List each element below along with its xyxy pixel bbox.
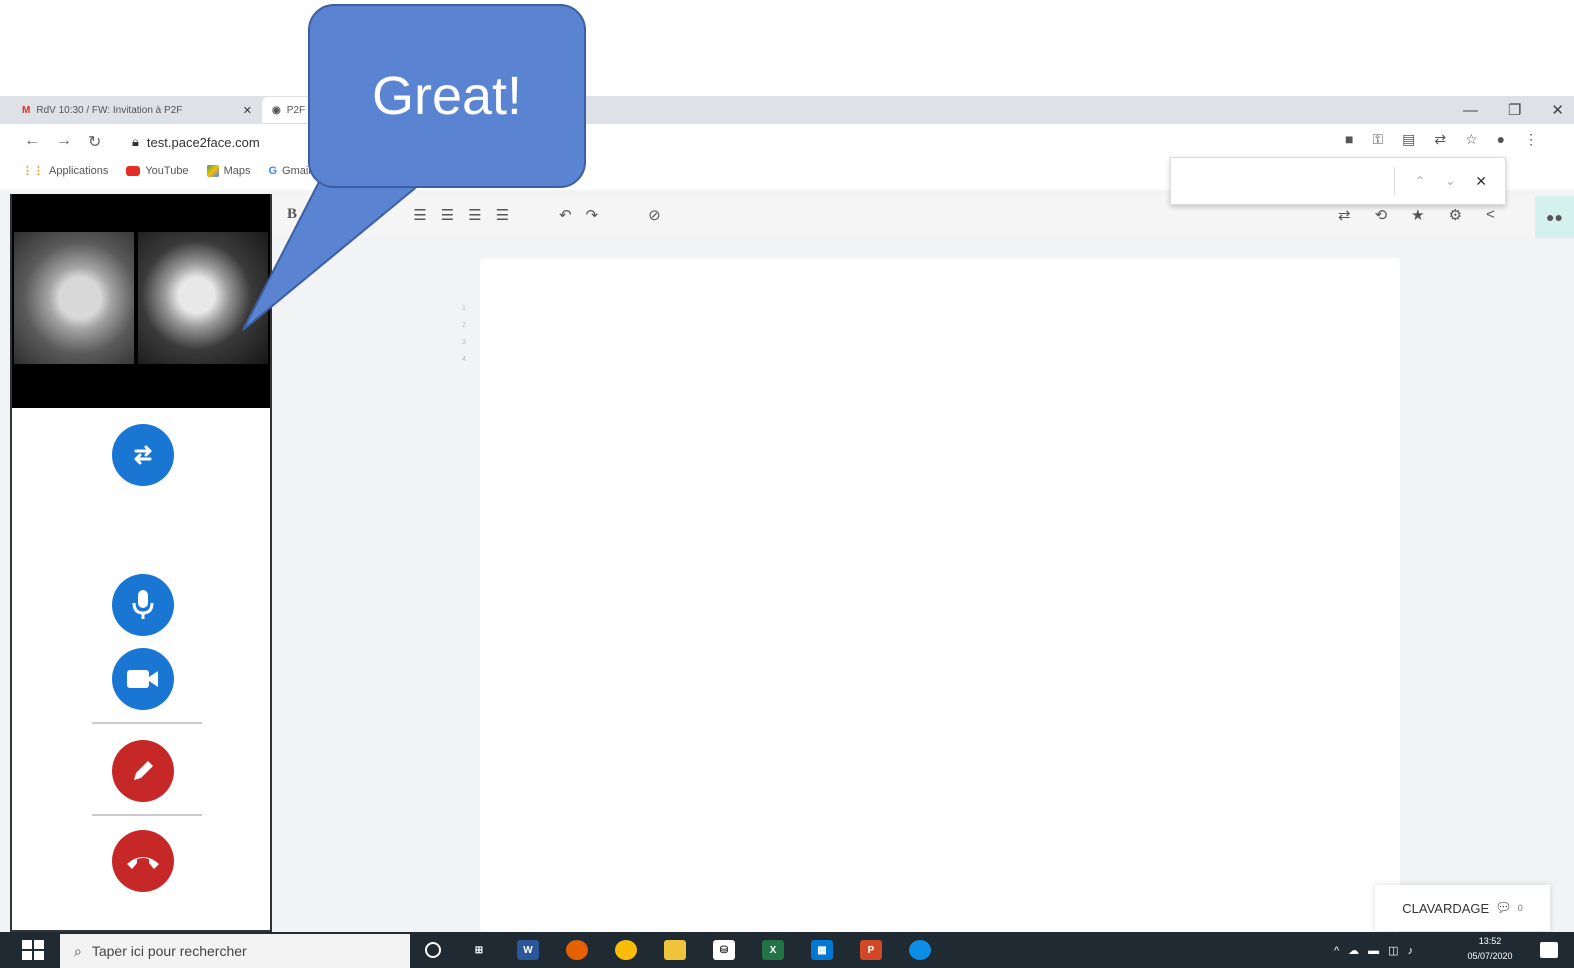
maximize-icon[interactable]: ❐ (1508, 101, 1521, 119)
window-controls: — ❐ ✕ (1463, 96, 1564, 124)
users-icon[interactable]: ●● (1535, 196, 1574, 238)
taskbar-search-placeholder: Taper ici pour rechercher (91, 943, 247, 959)
youtube-icon (126, 165, 141, 176)
camera-icon[interactable]: ■ (1345, 131, 1353, 148)
onedrive-icon[interactable]: ☁ (1348, 944, 1359, 957)
chat-tab[interactable]: CLAVARDAGE 💬︎ 0 (1375, 885, 1550, 931)
settings-icon[interactable]: ⚙ (1449, 206, 1462, 224)
history-icon[interactable]: ⟲ (1375, 206, 1388, 224)
notification-icon[interactable] (1540, 942, 1558, 958)
line-number: 1 (462, 305, 466, 312)
camera-button[interactable] (112, 648, 174, 710)
line-numbers: 1 2 3 4 (462, 305, 466, 363)
reload-icon[interactable]: ↻ (88, 132, 101, 152)
hide-icon[interactable]: ⊘ (648, 206, 661, 225)
participant-video-1 (14, 232, 134, 364)
calculator-icon[interactable]: ▦ (811, 940, 833, 960)
callout-text: Great! (371, 66, 523, 126)
editor-right-tools: ⇄ ⟲ ★ ⚙ < (1338, 206, 1495, 224)
word-icon[interactable]: W (517, 940, 539, 960)
undo-icon[interactable]: ↶ (559, 206, 572, 225)
network-icon[interactable]: ◫ (1388, 944, 1398, 957)
minimize-icon[interactable]: — (1463, 102, 1478, 119)
gmail-icon: M (22, 104, 31, 116)
tray-chevron-icon[interactable]: ^ (1334, 945, 1339, 957)
bookmark-applications[interactable]: ⋮⋮ Applications (22, 164, 108, 178)
share-icon[interactable]: < (1486, 206, 1495, 224)
taskbar-apps: ⊞ W ⛁ X ▦ P (425, 940, 931, 960)
microphone-icon (132, 590, 154, 619)
translate-icon[interactable]: ⇄ (1434, 131, 1446, 148)
extension-icons: ■ ⚿ ▤ ⇄ ☆ ● ⋮ (1345, 131, 1538, 148)
phone-hangup-icon (127, 857, 159, 869)
microphone-button[interactable] (112, 574, 174, 636)
taskbar-clock[interactable]: 13:52 05/07/2020 (1458, 934, 1522, 964)
edge-icon[interactable] (909, 940, 931, 960)
line-number: 3 (462, 339, 466, 346)
speech-callout: Great! (308, 4, 586, 188)
clock-time: 13:52 (1478, 936, 1502, 946)
page-icon[interactable]: ▤ (1402, 131, 1415, 148)
key-icon[interactable]: ⚿ (1372, 131, 1383, 148)
chat-label: CLAVARDAGE (1402, 900, 1490, 916)
menu-icon[interactable]: ⋮ (1524, 131, 1538, 148)
search-icon: ⌕ (74, 942, 82, 959)
lock-icon: 🔒︎ (132, 134, 139, 149)
firefox-icon[interactable] (566, 940, 588, 960)
volume-icon[interactable]: ♪ (1408, 945, 1414, 957)
swap-icon[interactable]: ⇄ (1338, 206, 1351, 224)
find-separator (1394, 167, 1396, 195)
navigation-buttons: ← → ↻ (24, 132, 101, 152)
panel-divider (92, 722, 202, 724)
swap-arrows-icon (134, 445, 152, 465)
apps-grid-icon: ⋮⋮ (22, 165, 44, 177)
pencil-icon (134, 761, 153, 780)
file-explorer-icon[interactable] (664, 940, 686, 960)
back-icon[interactable]: ← (24, 132, 40, 152)
find-previous-icon[interactable]: ⌃ (1415, 174, 1425, 188)
store-icon[interactable]: ⛁ (713, 940, 735, 960)
tab-gmail-label: RdV 10:30 / FW: Invitation à P2F (36, 104, 183, 116)
maps-icon (206, 164, 219, 177)
excel-icon[interactable]: X (762, 940, 784, 960)
bookmark-youtube[interactable]: YouTube (126, 165, 189, 177)
find-next-icon[interactable]: ⌄ (1445, 174, 1455, 188)
find-bar: ⌃ ⌄ ✕ (1170, 157, 1506, 205)
address-field[interactable]: 🔒︎ test.pace2face.com (132, 134, 260, 150)
taskbar-search[interactable]: ⌕ Taper ici pour rechercher (60, 934, 410, 968)
battery-icon[interactable]: ▬ (1368, 945, 1379, 957)
line-number: 2 (462, 322, 466, 329)
chrome-icon[interactable] (615, 940, 637, 960)
bullet-list-icon[interactable]: ☰ (441, 206, 454, 225)
close-window-icon[interactable]: ✕ (1551, 101, 1564, 119)
chat-bubbles-icon: 💬︎ (1495, 900, 1512, 915)
profile-icon[interactable]: ● (1497, 131, 1505, 148)
cortana-icon[interactable] (425, 942, 441, 958)
globe-icon: ◉ (272, 104, 281, 116)
video-camera-icon (127, 670, 158, 688)
redo-icon[interactable]: ↷ (586, 206, 599, 225)
clock-date: 05/07/2020 (1467, 951, 1513, 961)
swap-view-button[interactable] (112, 424, 174, 486)
indent-icon[interactable]: ☰ (496, 206, 509, 225)
star-icon[interactable]: ☆ (1465, 131, 1478, 148)
powerpoint-icon[interactable]: P (860, 940, 882, 960)
url-text: test.pace2face.com (146, 134, 260, 150)
find-close-icon[interactable]: ✕ (1475, 173, 1487, 190)
windows-start-icon[interactable] (22, 940, 44, 960)
favorite-icon[interactable]: ★ (1411, 206, 1424, 224)
tab-close-icon[interactable]: ✕ (243, 104, 252, 117)
annotate-button[interactable] (112, 740, 174, 802)
line-number: 4 (462, 356, 466, 363)
tab-gmail[interactable]: M RdV 10:30 / FW: Invitation à P2F ✕ (12, 97, 262, 123)
system-tray: ^ ☁ ▬ ◫ ♪ (1334, 944, 1414, 958)
task-view-icon[interactable]: ⊞ (468, 940, 490, 960)
panel-divider (92, 814, 202, 816)
callout-tail (242, 179, 428, 331)
hang-up-button[interactable] (112, 830, 174, 892)
chat-count: 0 (1517, 903, 1523, 913)
document-page[interactable] (480, 258, 1400, 932)
forward-icon[interactable]: → (56, 132, 72, 152)
outdent-icon[interactable]: ☰ (468, 206, 481, 225)
